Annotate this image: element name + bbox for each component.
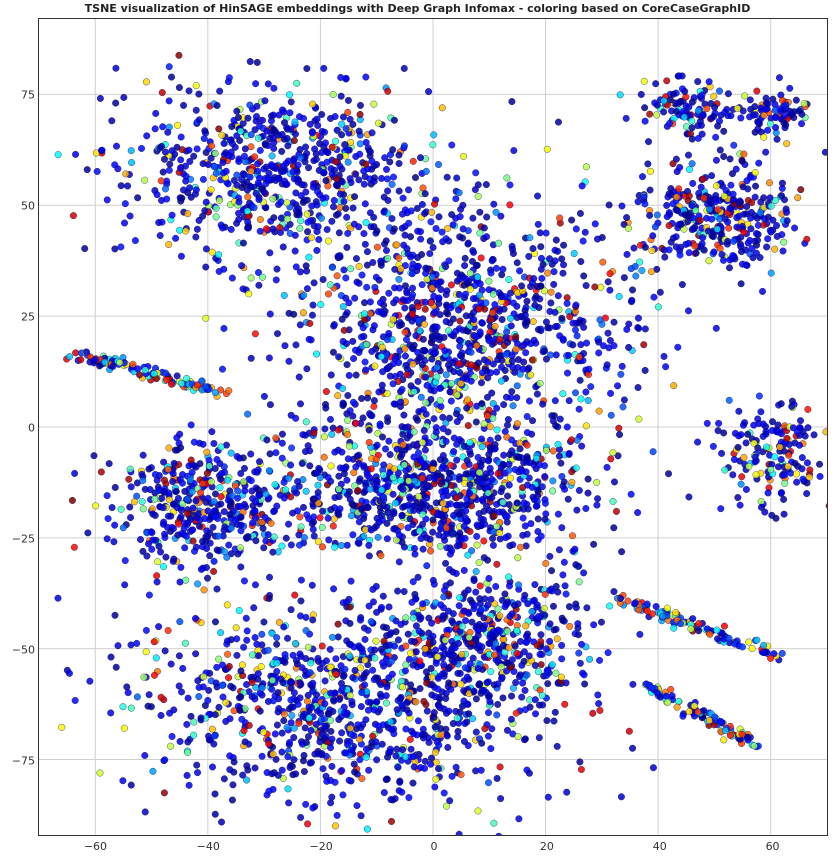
axes: −60−40−200204060 −75−50−250255075	[38, 18, 828, 836]
y-tick: 25	[9, 310, 35, 323]
x-tick: 0	[431, 840, 438, 853]
x-tick: 60	[766, 840, 780, 853]
chart-title: TSNE visualization of HinSAGE embeddings…	[0, 2, 835, 15]
x-tick: −60	[84, 840, 107, 853]
x-tick: −40	[197, 840, 220, 853]
y-tick: −25	[9, 533, 35, 546]
x-tick: −20	[310, 840, 333, 853]
y-tick: 0	[9, 422, 35, 435]
scatter-plot	[39, 19, 827, 835]
figure: TSNE visualization of HinSAGE embeddings…	[0, 0, 835, 856]
y-tick: 75	[9, 88, 35, 101]
y-tick: −50	[9, 644, 35, 657]
y-tick: −75	[9, 755, 35, 768]
y-tick: 50	[9, 199, 35, 212]
x-tick: 20	[540, 840, 554, 853]
x-tick: 40	[653, 840, 667, 853]
